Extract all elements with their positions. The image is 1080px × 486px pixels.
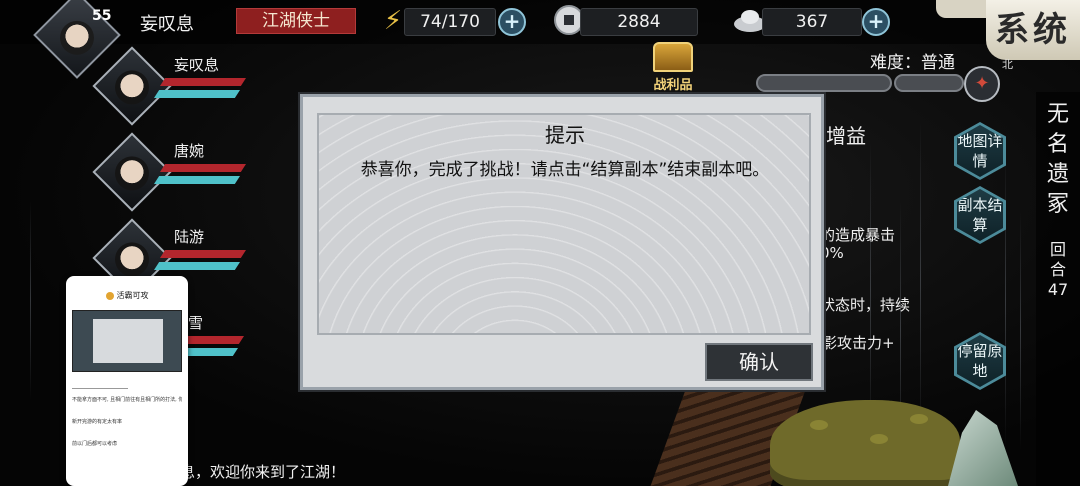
party-member-name: 雪 bbox=[188, 314, 204, 332]
turn-value: 47 bbox=[1047, 280, 1069, 299]
instance-settle-label: 副本结算 bbox=[957, 189, 1003, 241]
player-level: 55 bbox=[92, 8, 112, 24]
player-name: 妄叹息 bbox=[140, 14, 194, 35]
floating-window-thumbnail[interactable] bbox=[72, 310, 182, 372]
map-details-label: 地图详情 bbox=[957, 125, 1003, 177]
party-member-name: 陆游 bbox=[174, 228, 205, 246]
coins-value: 2884 bbox=[580, 8, 698, 36]
wind-streak bbox=[1020, 210, 1021, 450]
wind-streak bbox=[920, 120, 921, 440]
wind-streak bbox=[870, 140, 871, 440]
turn-label: 回合 bbox=[1049, 240, 1066, 279]
hp-bar bbox=[160, 164, 246, 172]
party-avatar bbox=[92, 132, 172, 212]
floating-window[interactable]: 活霸可攻 不能拿方面不可, 且相门前往有且相门所的打法, 你能 新开完游的有定太… bbox=[66, 276, 188, 486]
stamina-value: 74/170 bbox=[404, 8, 496, 36]
ingots-value: 367 bbox=[762, 8, 862, 36]
buffs-title: 增益 bbox=[826, 124, 866, 148]
hp-bar bbox=[160, 250, 246, 258]
loot-button[interactable]: 战利品 bbox=[648, 42, 698, 93]
add-stamina-button[interactable]: + bbox=[498, 8, 526, 36]
progress-track bbox=[756, 74, 892, 92]
party-member[interactable]: 唐婉 bbox=[92, 132, 256, 216]
stay-in-place-label: 停留原地 bbox=[957, 335, 1003, 387]
add-ingots-button[interactable]: + bbox=[862, 8, 890, 36]
location-name: 无名遗冢 bbox=[1046, 102, 1069, 217]
confirm-button[interactable]: 确认 bbox=[705, 343, 813, 381]
floating-window-title: 活霸可攻 bbox=[116, 291, 149, 300]
buff-line: 状态时，持续 bbox=[820, 296, 911, 314]
party-member[interactable]: 妄叹息 bbox=[92, 46, 256, 130]
treasure-chest-icon bbox=[653, 42, 693, 72]
floating-island bbox=[770, 400, 960, 486]
prompt-dialog: 提示 恭喜你，完成了挑战！请点击“结算副本”结束副本吧。 确认 bbox=[300, 94, 824, 390]
jade-rock bbox=[948, 410, 1018, 486]
app-logo-icon bbox=[105, 291, 114, 300]
buff-line: 的造成暴击 bbox=[820, 226, 896, 244]
divider bbox=[72, 388, 128, 389]
floating-window-header: 活霸可攻 bbox=[66, 290, 188, 301]
party-member-name: 唐婉 bbox=[174, 142, 205, 160]
system-button[interactable]: 系统 bbox=[986, 0, 1080, 60]
mp-bar bbox=[154, 262, 240, 270]
floating-text-line: 前以门后都可以考虑 bbox=[72, 441, 118, 447]
party-member-name: 妄叹息 bbox=[174, 56, 220, 74]
party-avatar bbox=[92, 46, 172, 126]
mp-bar bbox=[154, 90, 240, 98]
gold-ingot-icon bbox=[732, 4, 766, 38]
loot-label: 战利品 bbox=[653, 78, 693, 93]
player-title-badge: 江湖侠士 bbox=[236, 8, 356, 34]
dialog-message: 恭喜你，完成了挑战！请点击“结算副本”结束副本吧。 bbox=[360, 160, 770, 180]
dialog-title: 提示 bbox=[545, 123, 585, 147]
buff-line: 影攻击力+ bbox=[822, 334, 895, 352]
floating-text-line: 新开完游的有定太有率 bbox=[72, 419, 123, 425]
mp-bar bbox=[154, 176, 240, 184]
hp-bar bbox=[160, 78, 246, 86]
floating-text-line: 不能拿方面不可, 且相门前往有且相门所的打法, 你能 bbox=[72, 397, 182, 403]
progress-track bbox=[894, 74, 964, 92]
difficulty-label: 难度：普通 bbox=[870, 53, 955, 73]
wind-streak bbox=[30, 200, 31, 400]
compass-icon[interactable]: ✦ bbox=[964, 66, 1000, 102]
north-label: 北 bbox=[1002, 58, 1013, 71]
wind-streak bbox=[1005, 150, 1006, 450]
